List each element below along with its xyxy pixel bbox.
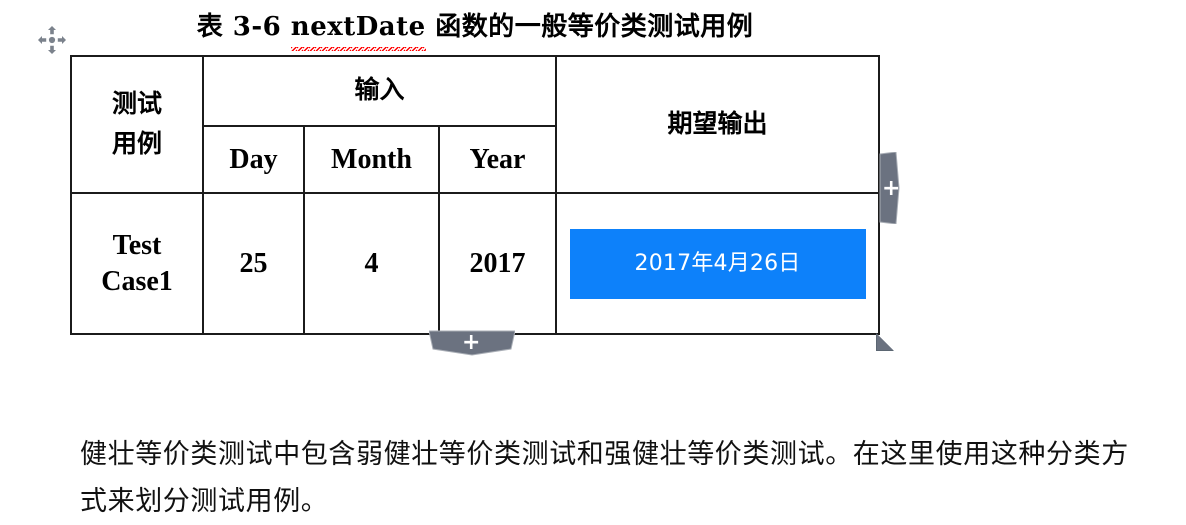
body-paragraph: 健壮等价类测试中包含弱健壮等价类测试和强健壮等价类测试。在这里使用这种分类方式来…	[80, 439, 1129, 517]
table-header-row-1: 测试 用例 输入 期望输出	[70, 55, 881, 194]
caption-suffix: 函数的一般等价类测试用例	[425, 12, 754, 42]
caption-misspelled-word: nextDate	[290, 8, 426, 51]
header-cell-year[interactable]: Year	[437, 125, 558, 194]
table-caption: 表 3-6 nextDate 函数的一般等价类测试用例	[70, 8, 880, 51]
cell-month-value[interactable]: 4	[303, 192, 440, 335]
header-test-case-line1: 测试	[111, 90, 162, 118]
header-cell-month[interactable]: Month	[303, 125, 440, 194]
cell-case-name-line2: Case1	[101, 265, 173, 297]
header-cell-input-group[interactable]: 输入	[201, 55, 558, 127]
header-test-case-line2: 用例	[111, 130, 162, 158]
cell-day-value[interactable]: 25	[202, 192, 305, 335]
cell-case-name-line1: Test	[112, 229, 162, 261]
test-case-table[interactable]: 测试 用例 输入 期望输出 Day Month Year Test Case1 …	[70, 55, 881, 335]
selected-text-highlight[interactable]: 2017年4月26日	[569, 228, 866, 299]
header-cell-day[interactable]: Day	[202, 125, 305, 194]
table-resize-handle[interactable]	[875, 332, 897, 354]
insert-column-handle[interactable]: +	[879, 151, 901, 225]
header-cell-test-case[interactable]: 测试 用例	[70, 55, 204, 194]
table-move-handle[interactable]	[38, 26, 66, 54]
cell-year-value[interactable]: 2017	[437, 192, 558, 335]
header-cell-expected-output[interactable]: 期望输出	[555, 55, 881, 194]
cell-expected-output-value[interactable]: 2017年4月26日	[555, 192, 881, 335]
insert-row-handle[interactable]: +	[428, 330, 516, 356]
document-page: 表 3-6 nextDate 函数的一般等价类测试用例 测试 用例 输入 期望输…	[0, 0, 1186, 522]
caption-prefix: 表 3-6	[196, 12, 291, 42]
table-row: Test Case1 25 4 2017 2017年4月26日	[70, 192, 881, 335]
cell-case-name[interactable]: Test Case1	[70, 192, 204, 335]
